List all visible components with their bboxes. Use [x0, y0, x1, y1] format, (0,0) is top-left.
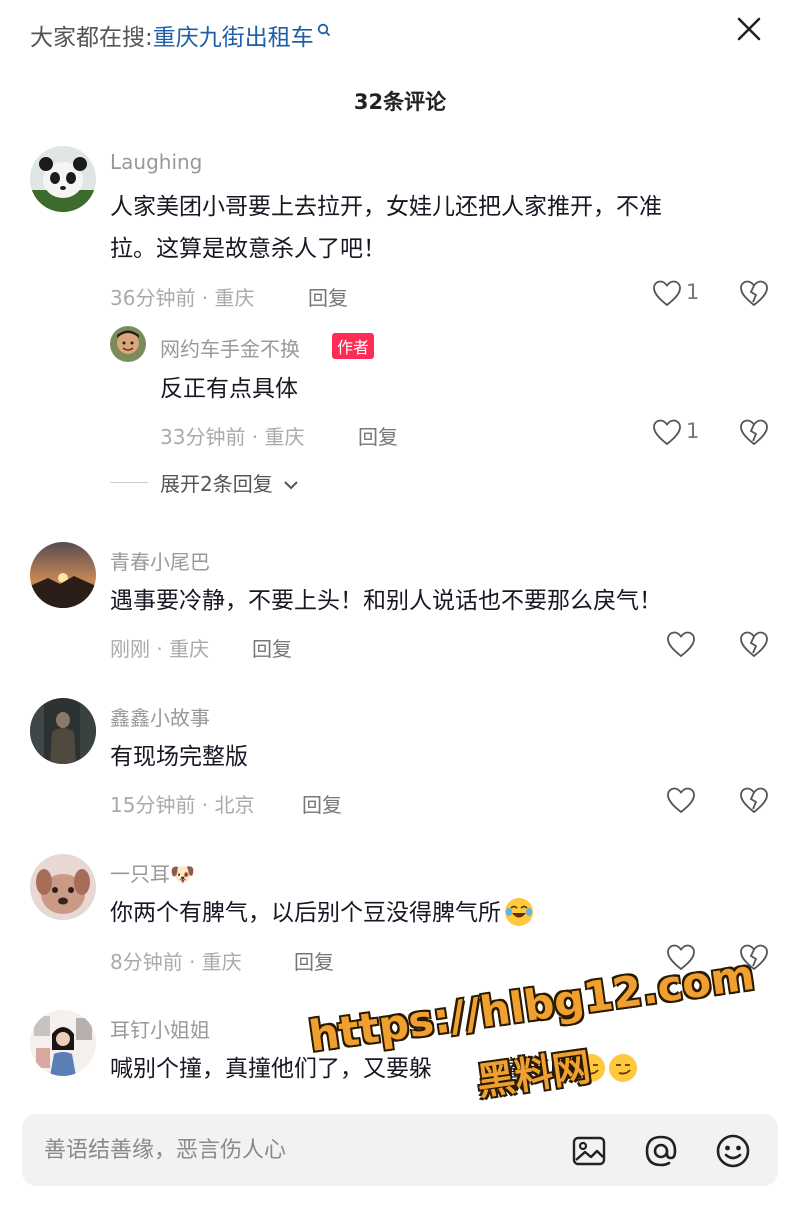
divider: [110, 482, 148, 483]
avatar[interactable]: [30, 1010, 96, 1076]
image-icon: [572, 1136, 606, 1166]
comment-count-title: 32条评论: [353, 90, 447, 114]
comment-meta: 刚刚 · 重庆: [110, 637, 210, 661]
like-count: 1: [686, 419, 700, 443]
at-sign-icon: [645, 1135, 677, 1167]
expand-replies-label: 展开2条回复: [160, 472, 273, 496]
comment-username[interactable]: Laughing: [110, 150, 202, 174]
broken-heart-icon: [740, 280, 768, 307]
broken-heart-icon: [740, 631, 768, 658]
like-button[interactable]: 1: [652, 418, 712, 448]
avatar[interactable]: [30, 854, 96, 920]
reply-button[interactable]: 回复: [294, 946, 334, 975]
top-bar: 大家都在搜:重庆九街出租车: [0, 0, 800, 72]
dislike-button[interactable]: [739, 418, 769, 448]
watermark: https://hlbg12.com 黑料网: [292, 917, 788, 1132]
comment-text-body: 喊别个撞，真撞他们了，又要躲: [110, 1056, 432, 1082]
close-button[interactable]: [734, 14, 764, 44]
comment-text: 有现场完整版: [110, 744, 248, 770]
reply-meta: 33分钟前 · 重庆: [160, 425, 305, 449]
comment-username[interactable]: 鑫鑫小故事: [110, 702, 210, 731]
laughing-crying-emoji-icon: [505, 897, 533, 926]
reply-username[interactable]: 网约车手金不换: [160, 333, 300, 362]
chevron-down-icon: [284, 481, 298, 490]
smile-face-icon: [716, 1134, 750, 1168]
comment-input-bar: [22, 1114, 778, 1186]
heart-icon: [667, 787, 695, 814]
comment-text-line: 人家美团小哥要上去拉开，女娃儿还把人家推开，不准: [110, 194, 662, 220]
image-button[interactable]: [570, 1132, 608, 1170]
reply-button[interactable]: 回复: [358, 421, 398, 450]
dislike-button[interactable]: [739, 630, 769, 660]
hot-search-keyword[interactable]: 重庆九街出租车: [153, 25, 314, 51]
broken-heart-icon: [740, 419, 768, 446]
author-badge: 作者: [332, 333, 375, 359]
reply-button[interactable]: 回复: [302, 789, 342, 818]
comment-text: 你两个有脾气，以后别个豆没得脾气所: [110, 892, 533, 934]
like-button[interactable]: [666, 630, 696, 660]
search-icon: [317, 17, 331, 37]
comment-text: 人家美团小哥要上去拉开，女娃儿还把人家推开，不准 拉。这算是故意杀人了吧！: [110, 186, 770, 270]
comment-username[interactable]: 一只耳🐶: [110, 858, 195, 887]
avatar[interactable]: [30, 698, 96, 764]
comment-meta: 36分钟前 · 重庆: [110, 286, 255, 310]
hot-search-prefix: 大家都在搜:: [30, 25, 153, 51]
like-button[interactable]: 1: [652, 279, 712, 309]
comment-username[interactable]: 耳钉小姐姐: [110, 1014, 210, 1043]
comment-meta: 8分钟前 · 重庆: [110, 950, 242, 974]
like-button[interactable]: [666, 786, 696, 816]
reply-button[interactable]: 回复: [308, 282, 348, 311]
broken-heart-icon: [740, 944, 768, 971]
dislike-button[interactable]: [739, 279, 769, 309]
heart-icon: [667, 631, 695, 658]
broken-heart-icon: [740, 787, 768, 814]
hot-search-hint[interactable]: 大家都在搜:重庆九街出租车: [30, 18, 331, 52]
heart-icon: [653, 280, 681, 307]
comment-text-line: 拉。这算是故意杀人了吧！: [110, 236, 386, 262]
comment-meta: 15分钟前 · 北京: [110, 793, 255, 817]
comment-text: 喊别个撞，真撞他们了，又要躲 着气的: [110, 1048, 637, 1090]
comment-text-tail: 着气的: [504, 1056, 573, 1082]
mention-button[interactable]: [642, 1132, 680, 1170]
dislike-button[interactable]: [739, 943, 769, 973]
comment-text-body: 你两个有脾气，以后别个豆没得脾气所: [110, 900, 501, 926]
heart-icon: [653, 419, 681, 446]
smirk-emoji-icon: [609, 1053, 637, 1082]
comment-input[interactable]: [44, 1134, 524, 1166]
close-icon: [737, 17, 761, 41]
reply-text: 反正有点具体: [160, 376, 298, 402]
dislike-button[interactable]: [739, 786, 769, 816]
emoji-button[interactable]: [714, 1132, 752, 1170]
like-button[interactable]: [666, 943, 696, 973]
comment-username[interactable]: 青春小尾巴: [110, 546, 210, 575]
avatar[interactable]: [30, 542, 96, 608]
smirk-emoji-icon: [577, 1053, 605, 1082]
comment-text: 遇事要冷静，不要上头！和别人说话也不要那么戾气！: [110, 588, 662, 614]
reply-button[interactable]: 回复: [252, 633, 292, 662]
heart-icon: [667, 944, 695, 971]
avatar[interactable]: [30, 146, 96, 212]
like-count: 1: [686, 280, 700, 304]
avatar[interactable]: [110, 326, 146, 362]
